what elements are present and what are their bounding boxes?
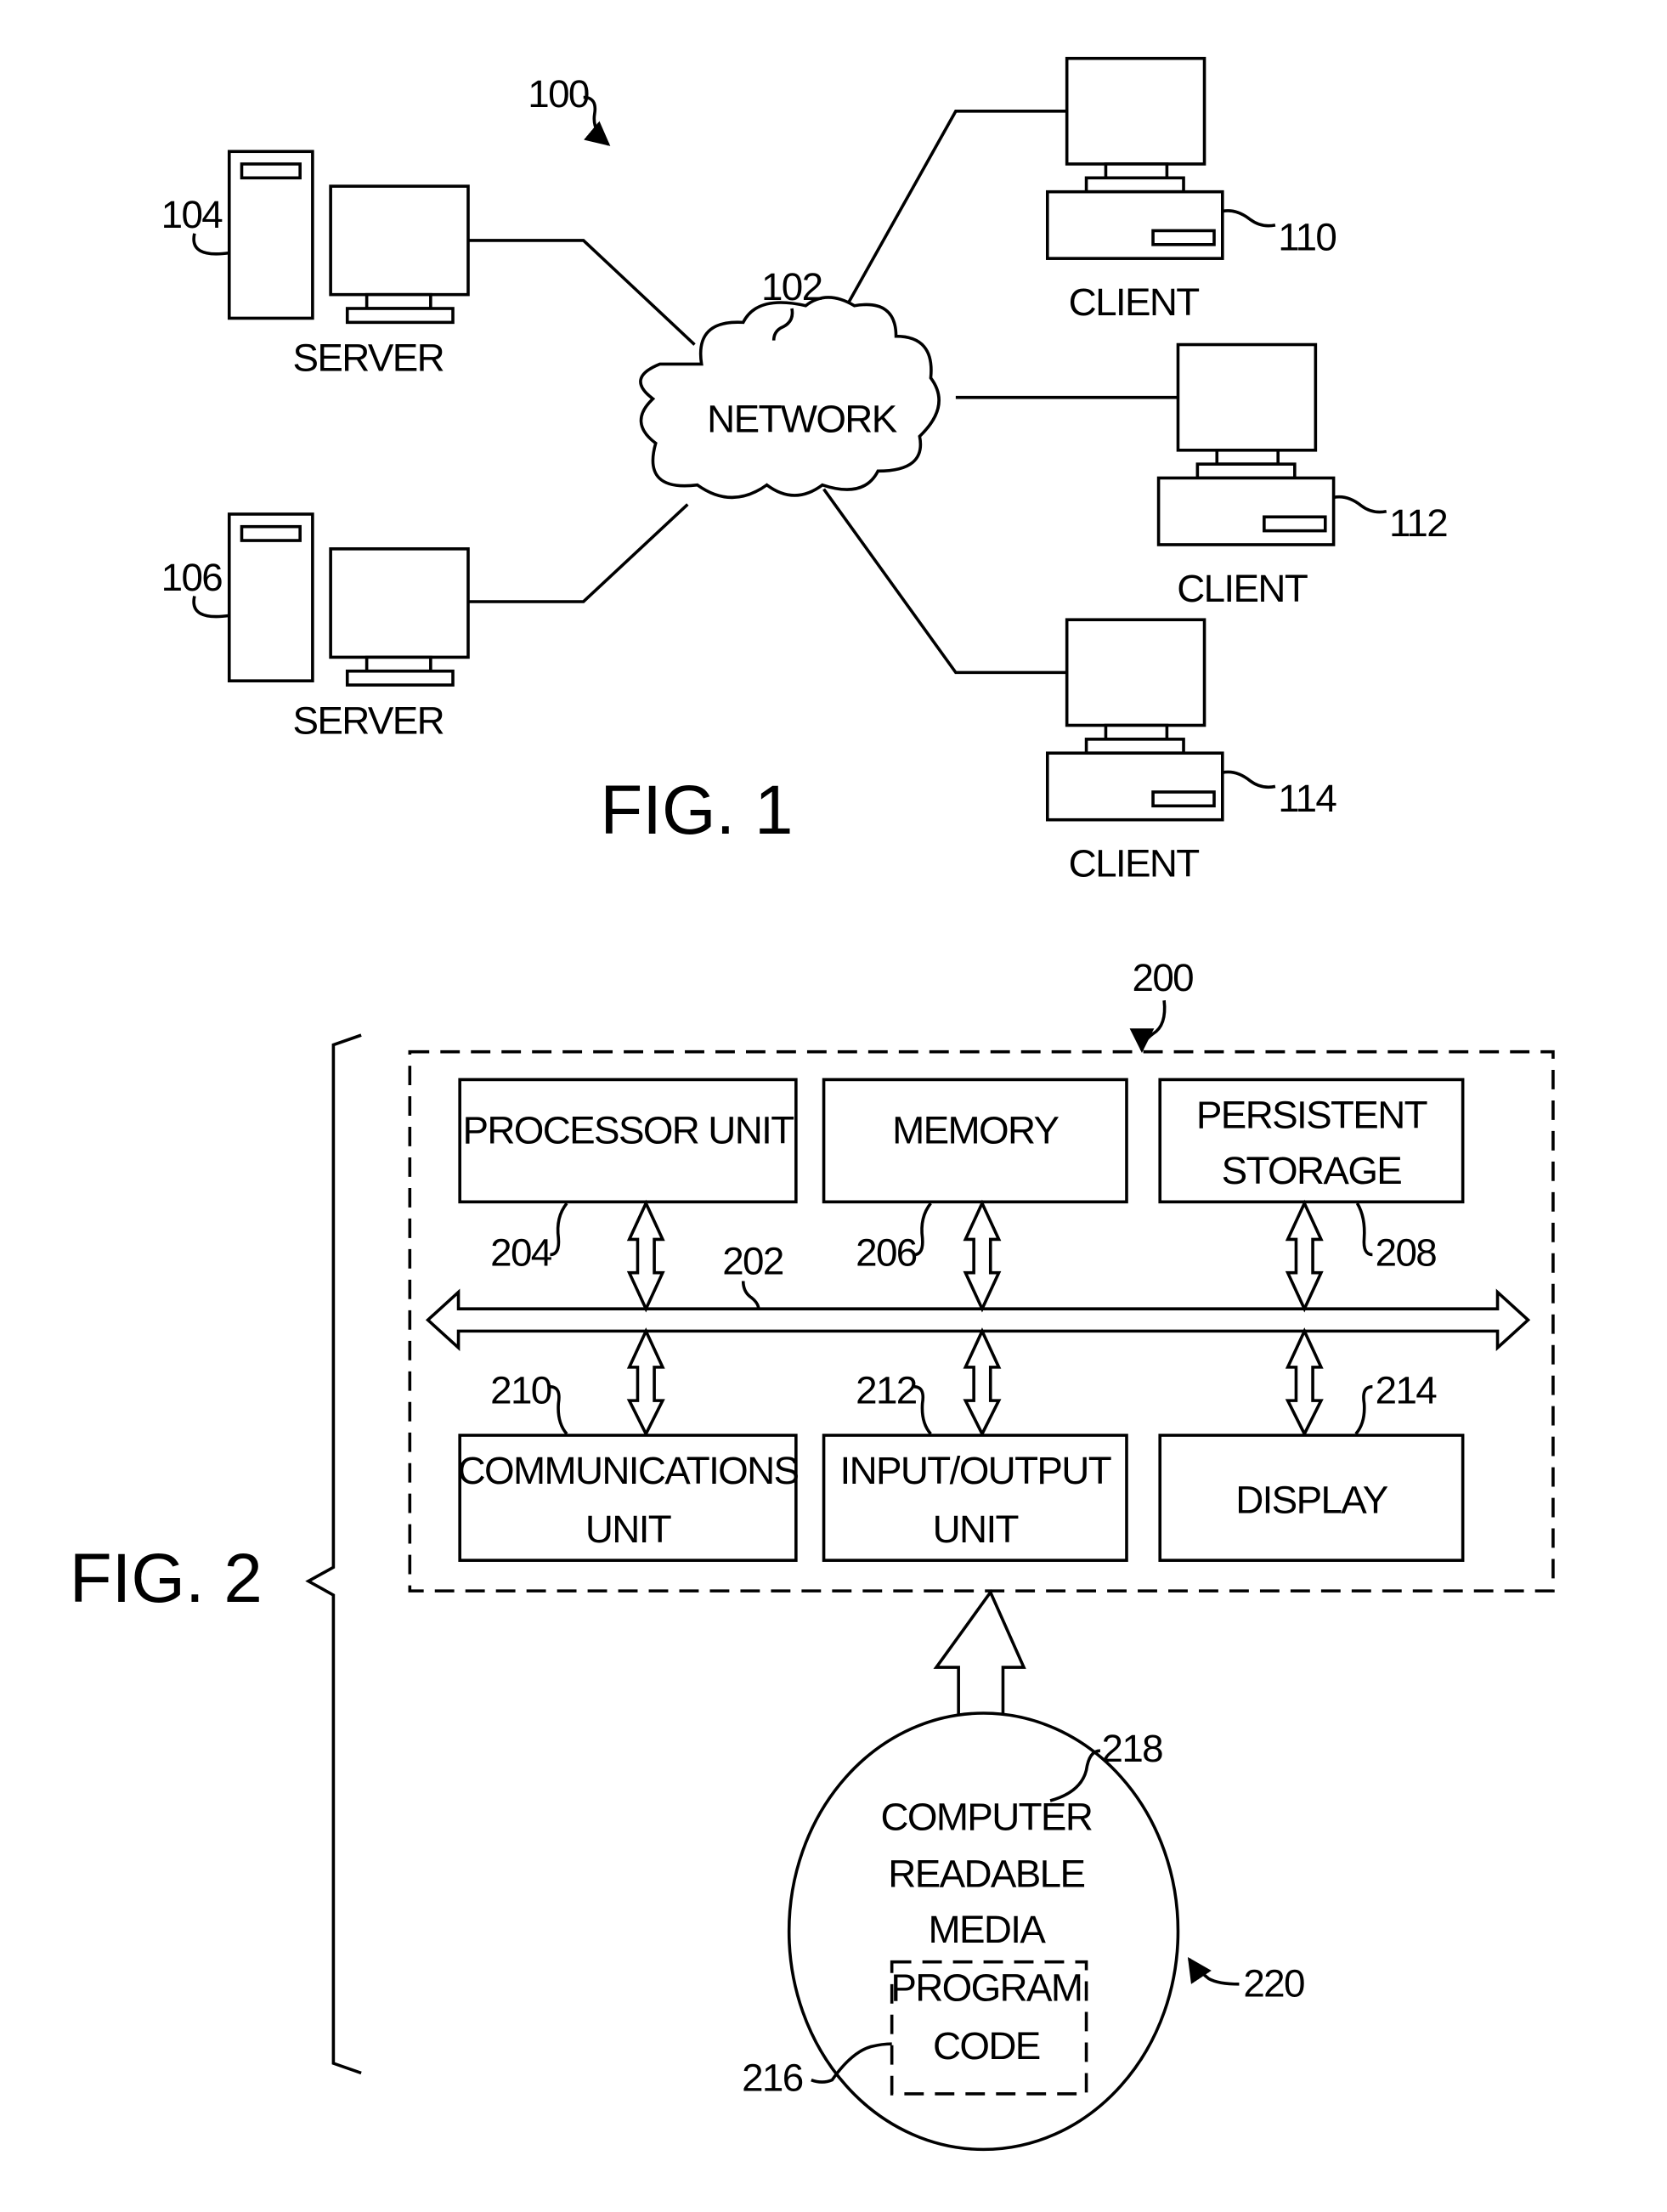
ref-218: 218 [1102,1727,1163,1770]
media-label: MEDIA [928,1908,1046,1951]
fig1-title: FIG. 1 [600,772,793,849]
bidirectional-arrow-icon [626,1327,665,1438]
ref-220: 220 [1243,1962,1304,2006]
patent-drawing: 100 SERVER 104 SERVER 106 NETWORK 102 CL… [70,56,1555,2152]
ref-206: 206 [856,1231,917,1275]
ref-212: 212 [856,1368,917,1411]
client-label: CLIENT [1069,842,1200,885]
monitor-stand [364,292,432,310]
monitor-stand [1215,448,1280,466]
network-label: NETWORK [707,398,898,441]
client-label: CLIENT [1177,567,1308,610]
bidirectional-arrow-icon [1285,1327,1324,1438]
leader-line [913,1384,932,1435]
ref-216: 216 [742,2056,803,2100]
product-ref-arrow [1187,1956,1240,1986]
program-label: PROGRAM [890,1966,1082,2009]
ref-112: 112 [1389,501,1447,545]
monitor-stand [1104,723,1169,741]
block-label: STORAGE [1222,1149,1402,1192]
bidirectional-arrow-icon [963,1199,1002,1313]
bidirectional-arrow-icon [963,1327,1002,1438]
drive-slot [1151,790,1216,808]
ref-202: 202 [722,1239,783,1282]
system-ref-arrow [1129,1000,1167,1053]
monitor-icon [329,184,470,297]
block-label: UNIT [933,1508,1019,1551]
server-106: SERVER 106 [161,512,470,742]
bidirectional-arrow-icon [1285,1199,1324,1313]
program-label: CODE [933,2024,1040,2068]
leader-line [1222,770,1276,789]
leader-line [1222,209,1276,228]
system-ref-100: 100 [528,72,589,116]
ref-208: 208 [1376,1231,1437,1275]
desktop-unit-icon [1156,476,1336,546]
ref-110: 110 [1278,215,1336,258]
block-label: MEMORY [892,1109,1059,1152]
media-label: READABLE [888,1852,1084,1895]
block-label: PERSISTENT [1196,1094,1427,1137]
drive-slot [240,524,302,542]
ref-104: 104 [161,193,223,236]
client-112: CLIENT 112 [1156,342,1449,610]
desktop-unit-icon [1045,751,1224,822]
fig1: 100 SERVER 104 SERVER 106 NETWORK 102 CL… [161,56,1449,885]
leader-line [1354,1384,1373,1435]
leader-line [192,596,230,619]
computer-readable-media: COMPUTER READABLE MEDIA 218 PROGRAM CODE… [742,1711,1306,2152]
block-label: UNIT [585,1508,671,1551]
desktop-unit-icon [1045,190,1224,260]
ref-102: 102 [761,265,822,308]
leader-line [192,233,230,256]
connection-line [467,239,696,346]
block-label: COMMUNICATIONS [458,1449,799,1492]
network-cloud-icon: NETWORK 102 [639,265,941,500]
monitor-icon [1065,56,1206,166]
media-label: COMPUTER [880,1795,1092,1838]
server-label: SERVER [292,337,444,380]
block-label: PROCESSOR UNIT [462,1109,794,1152]
leader-line [1355,1202,1373,1257]
fig2: FIG. 2 200 PROCESSOR UNIT 204 MEMORY 206… [70,956,1555,2152]
ref-204: 204 [490,1231,552,1275]
base [1084,738,1185,755]
drive-slot [240,162,302,180]
ref-114: 114 [1278,777,1336,820]
client-110: CLIENT 110 [1045,56,1337,324]
leader-line [550,1202,568,1257]
keyboard [345,669,455,687]
leader-line [1333,495,1387,514]
server-104: SERVER 104 [161,150,470,380]
monitor-stand [1104,162,1169,180]
client-114: CLIENT 114 [1045,618,1338,885]
monitor-icon [329,547,470,659]
monitor-icon [1065,618,1206,727]
leader-line [550,1384,568,1435]
monitor-stand [364,655,432,673]
keyboard [345,307,455,325]
client-label: CLIENT [1069,280,1200,324]
ref-214: 214 [1376,1368,1438,1411]
leader-line [913,1202,932,1257]
block-label: DISPLAY [1235,1479,1388,1522]
ref-200: 200 [1133,956,1194,999]
block-communications-unit: COMMUNICATIONS UNIT 210 [458,1368,800,1562]
fig2-title: FIG. 2 [70,1540,263,1617]
bidirectional-arrow-icon [626,1199,665,1313]
base [1084,176,1185,194]
block-label: INPUT/OUTPUT [840,1449,1111,1492]
monitor-icon [1176,342,1318,452]
leader-line [741,1281,760,1310]
base [1195,462,1297,480]
ref-210: 210 [490,1368,551,1411]
figure-brace [305,1033,362,2075]
drive-slot [1263,515,1327,533]
connection-line [822,488,1067,675]
drive-slot [1151,229,1216,246]
connection-line [467,503,689,603]
server-label: SERVER [292,699,444,742]
ref-106: 106 [161,556,223,599]
